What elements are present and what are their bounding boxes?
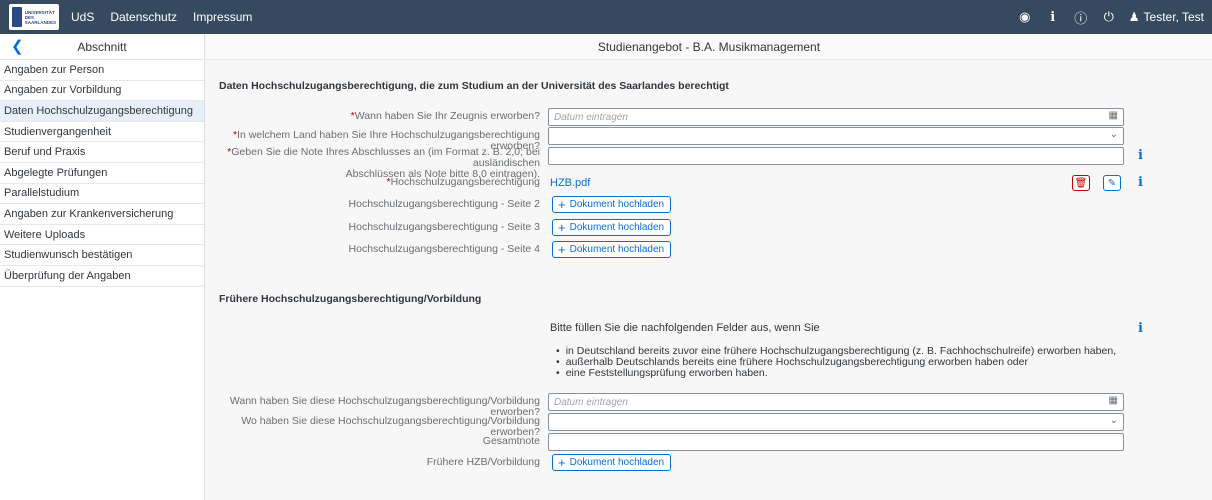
info-icon[interactable]: i xyxy=(1043,10,1063,25)
calendar-icon[interactable]: ▦ xyxy=(1109,110,1118,121)
row-hzb-page2: Hochschulzugangsberechtigung - Seite 2 +… xyxy=(206,196,1212,214)
sidebar-header: ❮ Abschnitt xyxy=(0,34,204,60)
upload-button-fruehere-hzb[interactable]: + Dokument hochladen xyxy=(552,454,672,471)
upload-button-page3[interactable]: + Dokument hochladen xyxy=(552,219,672,236)
row-zeugnis-date: *Wann haben Sie Ihr Zeugnis erworben? Da… xyxy=(206,108,1212,126)
hzb-page2-label: Hochschulzugangsberechtigung - Seite 2 xyxy=(348,198,540,210)
page-title: Studienangebot - B.A. Musikmanagement xyxy=(206,34,1212,60)
hzb-page3-label: Hochschulzugangsberechtigung - Seite 3 xyxy=(348,221,540,233)
shell-bar: UNIVERSITÄT DES SAARLANDES UdS Datenschu… xyxy=(0,0,1212,34)
hzb-label: Hochschulzugangsberechtigung xyxy=(390,176,540,188)
nav-link-datenschutz[interactable]: Datenschutz xyxy=(110,10,177,24)
delete-icon[interactable]: 🗑 xyxy=(1072,175,1090,191)
section-title-fruehere-hzb: Frühere Hochschulzugangsberechtigung/Vor… xyxy=(219,293,482,305)
row-hzb-page4: Hochschulzugangsberechtigung - Seite 4 +… xyxy=(206,241,1212,259)
calendar-icon[interactable]: ▦ xyxy=(1109,395,1118,406)
grade-input[interactable] xyxy=(548,147,1124,165)
main-content: Studienangebot - B.A. Musikmanagement Da… xyxy=(206,34,1212,500)
sidebar-item-ueberpruefung[interactable]: Überprüfung der Angaben xyxy=(0,266,204,287)
upload-button-page4[interactable]: + Dokument hochladen xyxy=(552,241,672,258)
gesamtnote-label: Gesamtnote xyxy=(482,435,540,447)
user-icon: ♟ xyxy=(1128,10,1140,24)
sidebar-item-parallelstudium[interactable]: Parallelstudium xyxy=(0,184,204,205)
upload-button-page2[interactable]: + Dokument hochladen xyxy=(552,196,672,213)
sidebar-item-uploads[interactable]: Weitere Uploads xyxy=(0,225,204,246)
sidebar-item-studienvergangenheit[interactable]: Studienvergangenheit xyxy=(0,122,204,143)
edit-icon[interactable]: ✎ xyxy=(1103,175,1121,191)
row-where-earned: Wo haben Sie diese Hochschulzugangsberec… xyxy=(206,413,1212,438)
back-chevron-icon[interactable]: ❮ xyxy=(11,37,24,55)
row-fruehere-doc: Frühere HZB/Vorbildung + Dokument hochlad… xyxy=(206,454,1212,472)
intro-text: Bitte füllen Sie die nachfolgenden Felde… xyxy=(550,322,820,334)
user-name: Tester, Test xyxy=(1143,10,1204,24)
sidebar-item-hzb[interactable]: Daten Hochschulzugangsberechtigung xyxy=(0,101,204,122)
fruehere-doc-label: Frühere HZB/Vorbildung xyxy=(426,456,540,468)
row-when-earned: Wann haben Sie diese Hochschulzugangsber… xyxy=(206,393,1212,418)
power-icon[interactable]: ⏻ xyxy=(1099,9,1119,25)
section2-info-icon[interactable]: i xyxy=(1138,321,1143,336)
plus-icon: + xyxy=(558,454,566,470)
row-gesamtnote: Gesamtnote xyxy=(206,433,1212,451)
sidebar-item-beruf[interactable]: Beruf und Praxis xyxy=(0,142,204,163)
hzb-info-icon[interactable]: i xyxy=(1138,175,1143,190)
globe-icon[interactable]: ◉ xyxy=(1015,9,1035,25)
nav-link-uds[interactable]: UdS xyxy=(71,10,94,24)
sidebar-item-vorbildung[interactable]: Angaben zur Vorbildung xyxy=(0,81,204,102)
country-select[interactable]: ⌄ xyxy=(548,127,1124,145)
grade-label: Geben Sie die Note Ihres Abschlusses an … xyxy=(231,146,540,169)
gesamtnote-input[interactable] xyxy=(548,433,1124,451)
nav-link-impressum[interactable]: Impressum xyxy=(193,10,252,24)
section-title-hzb: Daten Hochschulzugangsberechtigung, die … xyxy=(219,80,729,92)
seal-icon xyxy=(12,7,22,27)
sidebar-item-krankenversicherung[interactable]: Angaben zur Krankenversicherung xyxy=(0,204,204,225)
sidebar-item-person[interactable]: Angaben zur Person xyxy=(0,60,204,81)
university-logo[interactable]: UNIVERSITÄT DES SAARLANDES xyxy=(9,4,59,30)
grade-info-icon[interactable]: i xyxy=(1138,148,1143,163)
row-grade: *Geben Sie die Note Ihres Abschlusses an… xyxy=(227,146,1143,180)
when-earned-date-input[interactable]: Datum eintragen ▦ xyxy=(548,393,1124,411)
zeugnis-date-input[interactable]: Datum eintragen ▦ xyxy=(548,108,1124,126)
row-hzb-file: *Hochschulzugangsberechtigung HZB.pdf 🗑 … xyxy=(386,175,1143,191)
list-item: eine Feststellungsprüfung erworben haben… xyxy=(556,368,1116,379)
chevron-down-icon[interactable]: ⌄ xyxy=(1110,129,1118,140)
plus-icon: + xyxy=(558,196,566,212)
row-hzb-page3: Hochschulzugangsberechtigung - Seite 3 +… xyxy=(206,219,1212,237)
hzb-file-link[interactable]: HZB.pdf xyxy=(550,177,590,189)
sidebar: ❮ Abschnitt Angaben zur Person Angaben z… xyxy=(0,34,205,500)
zeugnis-date-label: Wann haben Sie Ihr Zeugnis erworben? xyxy=(354,110,540,122)
where-earned-select[interactable]: ⌄ xyxy=(548,413,1124,431)
bullet-list: in Deutschland bereits zuvor eine früher… xyxy=(556,346,1116,379)
sidebar-title: Abschnitt xyxy=(77,39,127,54)
plus-icon: + xyxy=(558,219,566,235)
row-country: *In welchem Land haben Sie Ihre Hochschu… xyxy=(206,127,1212,152)
user-menu[interactable]: ♟ Tester, Test xyxy=(1129,10,1204,24)
plus-icon: + xyxy=(558,241,566,257)
hzb-page4-label: Hochschulzugangsberechtigung - Seite 4 xyxy=(348,243,540,255)
chevron-down-icon[interactable]: ⌄ xyxy=(1110,415,1118,426)
help-icon[interactable]: ⓘ xyxy=(1071,8,1091,27)
sidebar-item-studienwunsch[interactable]: Studienwunsch bestätigen xyxy=(0,245,204,266)
sidebar-item-pruefungen[interactable]: Abgelegte Prüfungen xyxy=(0,163,204,184)
